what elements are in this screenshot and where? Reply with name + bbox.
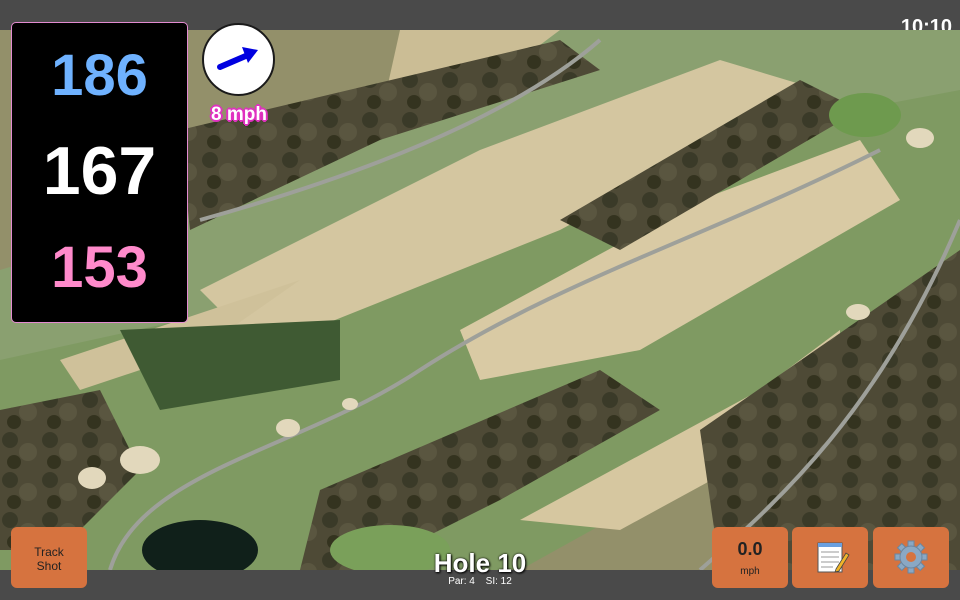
hole-info: Par: 4 SI: 12 xyxy=(380,576,580,588)
track-shot-button[interactable]: Track Shot xyxy=(11,527,87,588)
distance-front-value: 153 xyxy=(51,235,148,300)
distance-back-value: 186 xyxy=(51,43,148,108)
track-shot-label-line2: Shot xyxy=(36,559,62,573)
track-shot-label-line1: Track xyxy=(34,545,64,559)
hole-stroke-index: SI: 12 xyxy=(485,576,512,587)
hole-par: Par: 4 xyxy=(448,576,475,587)
wind-speed-unit: mph xyxy=(740,566,760,577)
wind-speed-button[interactable]: 0.0 mph xyxy=(712,527,788,588)
wind-direction-arrow-icon xyxy=(217,47,258,70)
hole-title: Hole 10 xyxy=(433,548,527,578)
distance-panel: 186 167 153 xyxy=(11,22,188,323)
gear-icon xyxy=(894,540,928,574)
notepad-icon xyxy=(817,542,850,573)
wind-speed-value: 0.0 xyxy=(737,539,763,559)
wind-speed-label: 8 mph xyxy=(211,104,267,125)
notes-button[interactable] xyxy=(792,527,868,588)
wind-direction-indicator xyxy=(202,23,275,96)
settings-button[interactable] xyxy=(873,527,949,588)
distance-middle-value: 167 xyxy=(42,133,157,209)
